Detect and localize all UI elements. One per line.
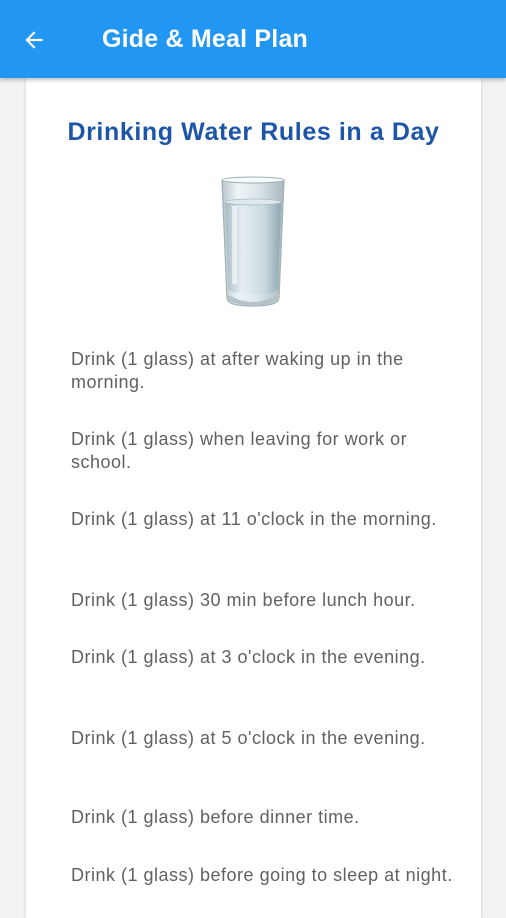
rule-item: Drink (1 glass) 30 min before lunch hour…: [71, 590, 416, 610]
arrow-back-icon: [25, 31, 43, 49]
rule-item: Drink (1 glass) at 11 o'clock in the mor…: [71, 509, 437, 529]
back-button[interactable]: [14, 20, 54, 60]
rule-item: Drink (1 glass) at after waking up in th…: [71, 349, 404, 392]
rule-item: Drink (1 glass) before going to sleep at…: [71, 865, 453, 885]
content-card: Drinking Water Rules in a Day Drink (1 g…: [26, 78, 481, 918]
app-bar-title: Gide & Meal Plan: [102, 25, 309, 53]
rule-item: Drink (1 glass) at 5 o'clock in the even…: [71, 728, 426, 748]
rule-item: Drink (1 glass) when leaving for work or…: [71, 429, 408, 472]
app-bar: Gide & Meal Plan: [0, 0, 506, 78]
rule-item: Drink (1 glass) before dinner time.: [71, 807, 360, 827]
rule-item: Drink (1 glass) at 3 o'clock in the even…: [71, 647, 426, 667]
water-glass-image: [218, 176, 288, 310]
page-heading: Drinking Water Rules in a Day: [67, 118, 440, 146]
